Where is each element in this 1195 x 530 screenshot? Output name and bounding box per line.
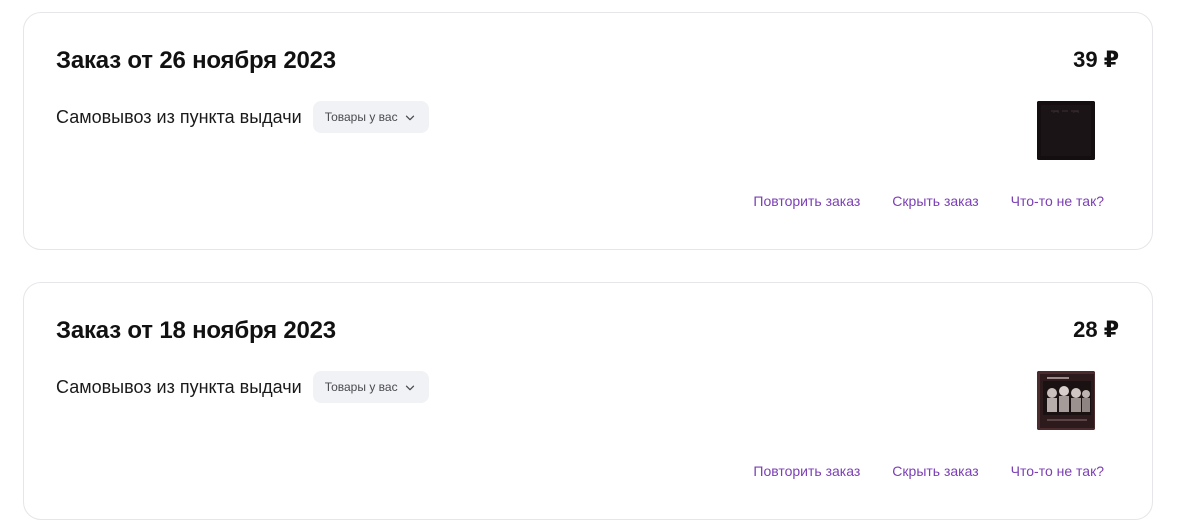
order-card: Заказ от 18 ноября 2023 28 ₽ Самовывоз и…	[23, 282, 1153, 520]
delivery-row: Самовывоз из пункта выдачи Товары у вас	[56, 101, 429, 133]
delivery-method: Самовывоз из пункта выдачи	[56, 106, 302, 127]
order-actions: Повторить заказ Скрыть заказ Что-то не т…	[753, 463, 1104, 479]
report-problem-link[interactable]: Что-то не так?	[1011, 463, 1104, 479]
product-thumbnail[interactable]	[1037, 371, 1095, 430]
hide-order-link[interactable]: Скрыть заказ	[892, 193, 978, 209]
goods-status-label: Товары у вас	[324, 110, 398, 124]
order-list: Заказ от 26 ноября 2023 39 ₽ Самовывоз и…	[0, 0, 1195, 530]
order-price: 28 ₽	[1073, 317, 1119, 342]
order-actions: Повторить заказ Скрыть заказ Что-то не т…	[753, 193, 1104, 209]
chevron-down-icon	[405, 382, 415, 392]
chevron-down-icon	[405, 112, 415, 122]
order-price: 39 ₽	[1073, 47, 1119, 72]
goods-status-label: Товары у вас	[324, 380, 398, 394]
product-thumbnail[interactable]	[1037, 101, 1095, 160]
delivery-method: Самовывоз из пункта выдачи	[56, 376, 302, 397]
delivery-row: Самовывоз из пункта выдачи Товары у вас	[56, 371, 429, 403]
goods-status-dropdown[interactable]: Товары у вас	[312, 101, 429, 133]
order-card: Заказ от 26 ноября 2023 39 ₽ Самовывоз и…	[23, 12, 1153, 250]
repeat-order-link[interactable]: Повторить заказ	[753, 463, 860, 479]
goods-status-dropdown[interactable]: Товары у вас	[312, 371, 429, 403]
hide-order-link[interactable]: Скрыть заказ	[892, 463, 978, 479]
repeat-order-link[interactable]: Повторить заказ	[753, 193, 860, 209]
report-problem-link[interactable]: Что-то не так?	[1011, 193, 1104, 209]
order-title[interactable]: Заказ от 26 ноября 2023	[56, 47, 336, 75]
order-title[interactable]: Заказ от 18 ноября 2023	[56, 317, 336, 345]
